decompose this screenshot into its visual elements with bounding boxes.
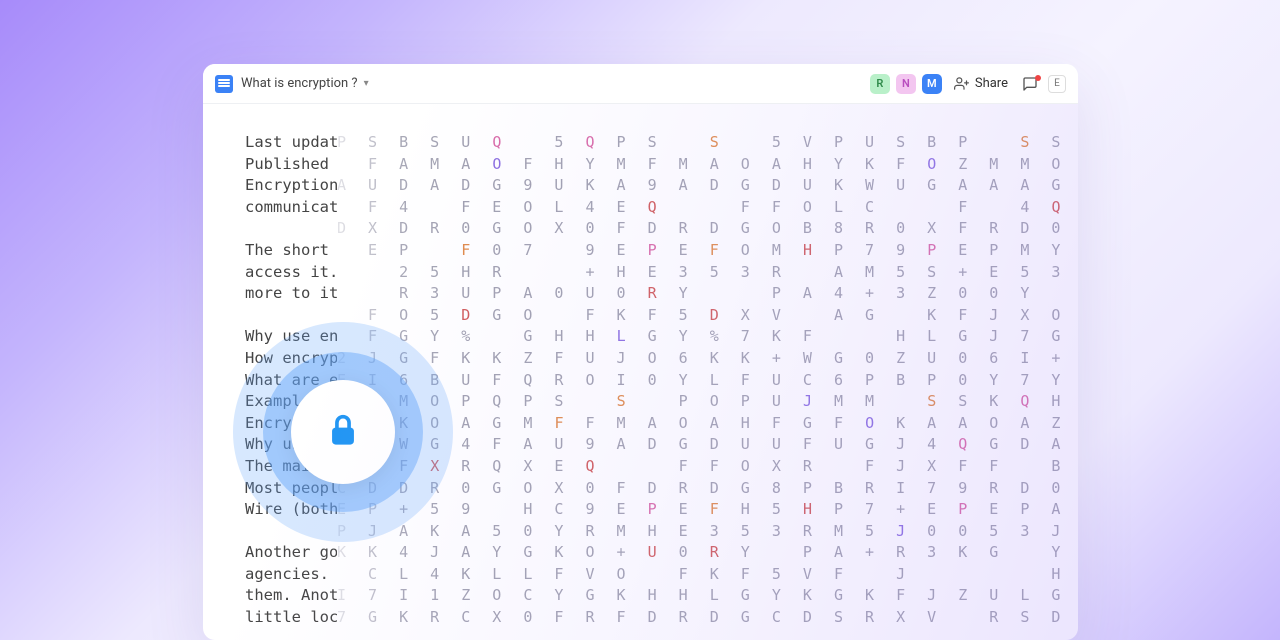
collaborator-avatars: R N M (870, 74, 942, 94)
avatar[interactable]: R (870, 74, 890, 94)
share-button[interactable]: Share (950, 76, 1012, 91)
document-title: What is encryption ? (241, 76, 358, 91)
chevron-down-icon: ▾ (364, 78, 369, 89)
comments-button[interactable] (1020, 76, 1040, 92)
document-icon (215, 75, 233, 93)
document-card: What is encryption ? ▾ R N M Share (203, 64, 1078, 640)
avatar[interactable]: N (896, 74, 916, 94)
document-title-dropdown[interactable]: What is encryption ? ▾ (241, 76, 369, 91)
document-body: Last update o Published on Encryption is… (203, 104, 1078, 640)
plaintext-column: Last update o Published on Encryption is… (245, 132, 337, 629)
current-user-avatar[interactable]: E (1048, 75, 1066, 93)
share-icon (954, 76, 969, 91)
ciphertext-grid: P S B S U Q 5 Q P S S 5 V P U S B P S S … (337, 132, 1078, 629)
topbar: What is encryption ? ▾ R N M Share (203, 64, 1078, 104)
share-label: Share (975, 76, 1008, 91)
notification-dot (1035, 75, 1041, 81)
avatar[interactable]: M (922, 74, 942, 94)
